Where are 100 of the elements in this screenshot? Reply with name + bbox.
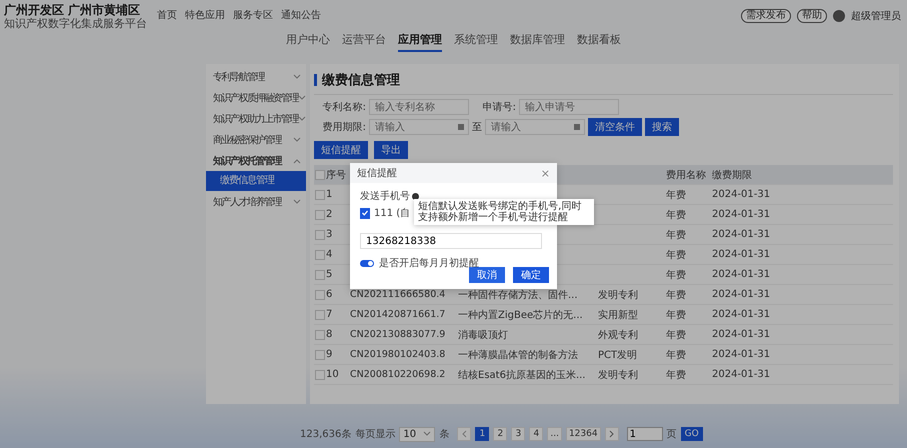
field-label: 专利名称: [322, 100, 366, 114]
table-cell: 一种薄膜晶体管的制备方法 [458, 350, 578, 360]
nav-tab[interactable]: 数据库管理 [510, 32, 565, 52]
close-button[interactable]: × [540, 166, 550, 180]
page-button[interactable]: 4 [529, 427, 544, 441]
date-field[interactable]: 请输入 [485, 119, 585, 135]
checkbox-label: 111 (自 [374, 207, 410, 220]
nav-link[interactable]: 首页 [157, 8, 177, 22]
checkbox[interactable] [360, 208, 370, 218]
table-cell-text: 年费 [666, 348, 687, 362]
sidebar-item[interactable]: 专利导航管理 [206, 66, 306, 87]
chevron-icon [423, 431, 432, 437]
page-unit: 页 [666, 428, 677, 441]
page-size-unit: 条 [439, 428, 450, 441]
table-cell-text: 2024-01-31 [712, 189, 772, 200]
nav-link[interactable]: 特色应用 [185, 8, 225, 22]
table-cell-text: 3 [326, 229, 334, 240]
nav-tab[interactable]: 用户中心 [286, 32, 330, 52]
field-label: 申请号: [482, 100, 516, 114]
table-cell-text: 2024-01-31 [712, 209, 772, 220]
table-cell: 外观专利 [598, 330, 638, 340]
table-cell-text: 年费 [666, 208, 687, 222]
table-cell-text: 5 [326, 269, 334, 280]
toggle-label: 是否开启每月月初提醒 [379, 256, 479, 270]
field-label: 费用期限: [322, 120, 366, 134]
page-button[interactable]: 1 [475, 427, 490, 441]
table-cell-text: 2024-01-31 [712, 289, 772, 300]
table-cell: 实用新型 [598, 310, 638, 320]
tooltip: 短信默认发送账号绑定的手机号,同时支持额外新增一个手机号进行提醒 [414, 199, 594, 225]
table-cell-text: 2024-01-31 [712, 369, 772, 380]
table-cell: 发明专利 [598, 290, 638, 300]
nav-tab[interactable]: 系统管理 [454, 32, 498, 52]
table-cell: CN200810220698.2 [350, 369, 446, 380]
table-cell: 消毒吸顶灯 [458, 330, 508, 340]
table-cell: CN201980102403.8 [350, 349, 446, 360]
page-button[interactable]: ... [547, 427, 562, 441]
sidebar-item[interactable]: 知识产权助力上市管理 [206, 108, 306, 129]
table-cell-text: 2024-01-31 [712, 229, 772, 240]
confirm-button[interactable]: 确定 [513, 267, 549, 283]
avatar-icon[interactable] [833, 10, 845, 22]
column-header: 费用名称 [666, 168, 707, 182]
table-cell-text: 6 [326, 289, 334, 300]
sidebar-item[interactable]: 商业秘密保护管理 [206, 129, 306, 150]
table-cell-text: 4 [326, 249, 334, 260]
table-cell: 结核Esat6抗原基因的玉米... [458, 370, 586, 380]
nav-tab[interactable]: 应用管理 [398, 32, 442, 52]
page-size-select[interactable]: 10 [399, 426, 436, 442]
sidebar-subitem[interactable]: 缴费信息管理 [206, 171, 306, 191]
dialog-title: 短信提醒 [357, 167, 397, 180]
table-cell-text: 年费 [666, 248, 687, 262]
table-cell: CN201420871661.7 [350, 309, 446, 320]
go-button[interactable]: GO [680, 427, 703, 441]
phone-number-field[interactable]: 13268218338 [360, 233, 542, 249]
table-cell-text: 2024-01-31 [712, 349, 772, 360]
table-cell-text: 7 [326, 309, 334, 320]
column-header: 缴费期限 [712, 168, 753, 182]
toolbar-button[interactable]: 导出 [374, 141, 408, 159]
nav-link[interactable]: 服务专区 [233, 8, 273, 22]
table-cell-text: 1 [326, 189, 334, 200]
table-cell: PCT发明 [598, 350, 638, 360]
page-size-label: 每页显示 [355, 428, 396, 441]
previous-page-icon[interactable] [457, 427, 472, 441]
sidebar-item[interactable]: 知识产权托管管理 [206, 150, 306, 171]
table-cell-text: 2024-01-31 [712, 269, 772, 280]
table-cell-text: 年费 [666, 288, 687, 302]
application-number-field[interactable]: 输入申请号 [519, 99, 619, 115]
table-cell-text: 2024-01-31 [712, 249, 772, 260]
table-cell-text: 8 [326, 329, 334, 340]
filter-button[interactable]: 搜索 [645, 118, 679, 136]
patent-name-field[interactable]: 输入专利名称 [369, 99, 469, 115]
next-page-icon[interactable] [604, 427, 619, 441]
table-cell-text: 年费 [666, 188, 687, 202]
header-button[interactable]: 需求发布 [741, 9, 791, 23]
nav-link[interactable]: 通知公告 [281, 8, 321, 22]
table-cell: CN202111666580.4 [350, 289, 446, 300]
nav-tab[interactable]: 数据看板 [577, 32, 621, 52]
page-button[interactable]: 3 [511, 427, 526, 441]
toggle-switch[interactable] [360, 260, 374, 266]
table-cell-text: 年费 [666, 328, 687, 342]
table-cell-text: 9 [326, 349, 334, 360]
site-subtitle: 知识产权数字化集成服务平台 [4, 16, 147, 30]
date-field[interactable]: 请输入 [369, 119, 469, 135]
filter-button[interactable]: 清空条件 [588, 118, 642, 136]
cancel-button[interactable]: 取消 [469, 267, 505, 283]
nav-tab[interactable]: 运营平台 [342, 32, 386, 52]
table-cell: 一种固件存储方法、固件... [458, 290, 578, 300]
table-cell-text: 2024-01-31 [712, 329, 772, 340]
page-jump-field[interactable]: 1 [626, 427, 663, 441]
column-header: 序号 [326, 168, 347, 182]
sidebar-item[interactable]: 知产人才培养管理 [206, 191, 306, 212]
sidebar-item[interactable]: 知识产权质押融资管理 [206, 87, 306, 108]
table-cell-text: 年费 [666, 268, 687, 282]
table-cell-text: 年费 [666, 228, 687, 242]
page-button[interactable]: 2 [493, 427, 508, 441]
table-cell-text: 年费 [666, 368, 687, 382]
header-button[interactable]: 帮助 [797, 9, 827, 23]
toolbar-button[interactable]: 短信提醒 [314, 141, 368, 159]
page-button[interactable]: 12364 [566, 427, 601, 441]
help-icon[interactable] [412, 192, 419, 200]
user-name[interactable]: 超级管理员 [851, 9, 901, 23]
